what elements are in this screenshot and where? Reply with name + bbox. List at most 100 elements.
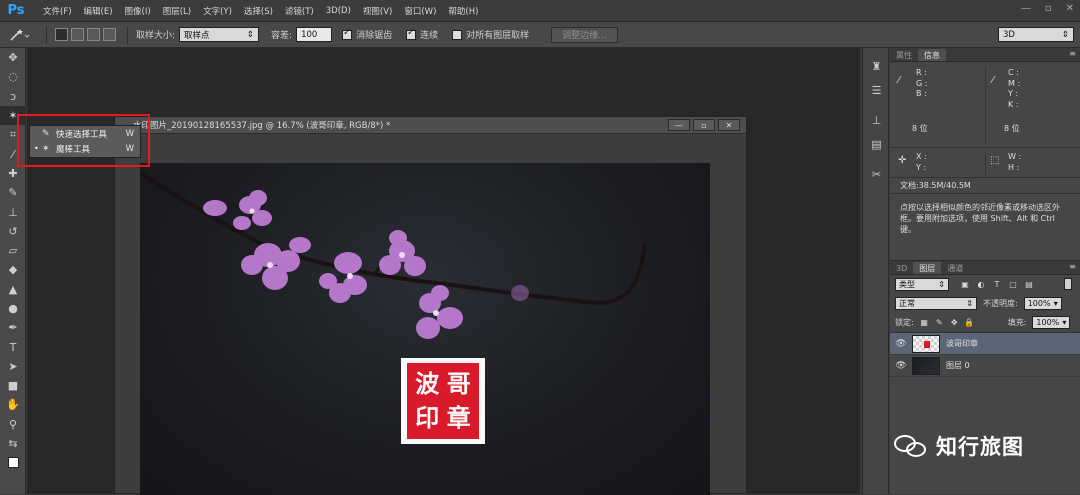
swap-colors-icon[interactable]: ⇆ bbox=[0, 434, 26, 453]
tool-preset-picker[interactable] bbox=[0, 25, 38, 45]
menu-3d[interactable]: 3D(D) bbox=[320, 6, 357, 16]
doc-close-button[interactable]: ✕ bbox=[718, 119, 740, 131]
shape-filter-icon[interactable]: ▢ bbox=[1007, 278, 1019, 290]
photoshop-logo-icon: Ps bbox=[7, 3, 25, 18]
type-tool-icon[interactable]: T bbox=[0, 337, 26, 356]
rectangle-tool-icon[interactable]: ■ bbox=[0, 376, 26, 395]
visibility-eye-icon[interactable]: 👁 bbox=[890, 339, 912, 349]
paragraph-panel-icon[interactable]: ▤ bbox=[863, 132, 890, 156]
opacity-input[interactable]: 100% ▾ bbox=[1023, 296, 1062, 310]
sample-all-layers-checkbox[interactable] bbox=[452, 29, 463, 40]
fill-label: 填充: bbox=[1007, 318, 1027, 327]
lasso-tool-icon[interactable]: ↄ bbox=[0, 87, 26, 106]
foreground-background-color-icon[interactable] bbox=[0, 453, 26, 472]
tab-info[interactable]: 信息 bbox=[918, 49, 946, 61]
collapsed-panels-strip: ♜ ☰ ⊥ ▤ ✂ bbox=[862, 48, 889, 494]
rgb-readout: R : G : B : bbox=[916, 68, 927, 100]
layer-name: 波哥印章 bbox=[946, 339, 978, 348]
visibility-eye-icon[interactable]: 👁 bbox=[890, 361, 912, 371]
tab-properties[interactable]: 属性 bbox=[890, 49, 918, 61]
menu-view[interactable]: 视图(V) bbox=[357, 5, 398, 17]
blur-tool-icon[interactable]: ▲ bbox=[0, 280, 26, 299]
new-selection-mode-button[interactable] bbox=[55, 28, 68, 41]
menu-edit[interactable]: 编辑(E) bbox=[78, 5, 119, 17]
tab-layers[interactable]: 图层 bbox=[913, 262, 942, 274]
layer-row[interactable]: 👁 波哥印章 bbox=[890, 333, 1080, 355]
close-icon[interactable]: ✕ bbox=[1066, 3, 1074, 14]
lock-position-icon[interactable]: ✥ bbox=[950, 318, 959, 327]
pen-tool-icon[interactable]: ✒ bbox=[0, 318, 26, 337]
adjustments-panel-icon[interactable]: ☰ bbox=[863, 78, 890, 102]
history-brush-tool-icon[interactable]: ↺ bbox=[0, 222, 26, 241]
move-tool-icon[interactable]: ✥ bbox=[0, 48, 26, 67]
panel-menu-icon[interactable]: ≡ bbox=[1069, 262, 1076, 271]
hand-tool-icon[interactable]: ✋ bbox=[0, 395, 26, 414]
options-bar: 取样大小: 取样点 ⇕ 容差: 100 消除锯齿 连续 对所有图层取样 调整边缘… bbox=[0, 22, 1080, 48]
menu-layer[interactable]: 图层(L) bbox=[157, 5, 197, 17]
tool-presets-panel-icon[interactable]: ✂ bbox=[863, 162, 890, 186]
document-canvas[interactable]: 波 哥 印 章 bbox=[140, 163, 710, 495]
seal-char: 章 bbox=[446, 402, 471, 432]
adjustment-filter-icon[interactable]: ◐ bbox=[975, 278, 987, 290]
workspace-value: 3D bbox=[1003, 29, 1015, 40]
dodge-tool-icon[interactable]: ● bbox=[0, 299, 26, 318]
menu-help[interactable]: 帮助(H) bbox=[442, 5, 484, 17]
workspace-select[interactable]: 3D ⇕ bbox=[998, 27, 1074, 42]
lock-all-icon[interactable]: 🔒 bbox=[964, 318, 974, 327]
crosshair-icon: ✛ bbox=[898, 155, 907, 166]
blend-mode-select[interactable]: 正常 ⇕ bbox=[895, 296, 977, 310]
add-to-selection-mode-button[interactable] bbox=[71, 28, 84, 41]
type-filter-icon[interactable]: T bbox=[991, 278, 1003, 290]
menu-select[interactable]: 选择(S) bbox=[238, 5, 279, 17]
lock-transparency-icon[interactable]: ▦ bbox=[920, 318, 929, 327]
lock-image-icon[interactable]: ✎ bbox=[935, 318, 944, 327]
bit-depth-right: 8 位 bbox=[1004, 124, 1020, 133]
refine-edge-button[interactable]: 调整边缘... bbox=[551, 26, 618, 43]
elliptical-marquee-tool-icon[interactable]: ◌ bbox=[0, 67, 26, 86]
sample-size-select[interactable]: 取样点 ⇕ bbox=[179, 27, 260, 42]
subtract-selection-mode-button[interactable] bbox=[87, 28, 100, 41]
menu-file[interactable]: 文件(F) bbox=[37, 5, 78, 17]
xy-readout: X : Y : bbox=[916, 152, 927, 173]
contiguous-checkbox[interactable] bbox=[406, 28, 417, 40]
zoom-tool-icon[interactable]: ⚲ bbox=[0, 415, 26, 434]
menu-filter[interactable]: 滤镜(T) bbox=[279, 5, 320, 17]
clone-source-panel-icon[interactable]: ⊥ bbox=[863, 108, 890, 132]
menu-type[interactable]: 文字(Y) bbox=[197, 5, 238, 17]
fill-input[interactable]: 100% ▾ bbox=[1032, 316, 1071, 329]
clone-stamp-tool-icon[interactable]: ⊥ bbox=[0, 202, 26, 221]
doc-restore-button[interactable]: ▫ bbox=[693, 119, 715, 131]
panel-menu-icon[interactable]: ≡ bbox=[1069, 49, 1076, 58]
minimize-icon[interactable]: — bbox=[1021, 3, 1031, 14]
opacity-label: 不透明度: bbox=[983, 298, 1018, 308]
brush-tool-icon[interactable]: ✎ bbox=[0, 183, 26, 202]
layer-row[interactable]: 👁 图层 0 bbox=[890, 355, 1080, 377]
smart-object-filter-icon[interactable]: ▤ bbox=[1023, 278, 1035, 290]
menu-window[interactable]: 窗口(W) bbox=[398, 5, 442, 17]
tab-3d[interactable]: 3D bbox=[890, 262, 913, 274]
document-tab[interactable]: 水印图片_20190128165537.jpg @ 16.7% (波哥印章, R… bbox=[115, 117, 746, 134]
wh-readout: W : H : bbox=[1008, 152, 1021, 173]
tab-channels[interactable]: 通道 bbox=[941, 262, 969, 274]
eraser-tool-icon[interactable]: ▱ bbox=[0, 241, 26, 260]
chevron-updown-icon: ⇕ bbox=[966, 298, 973, 308]
layer-thumbnail bbox=[912, 356, 940, 375]
tolerance-input[interactable]: 100 bbox=[296, 27, 333, 42]
history-panel-icon[interactable]: ♜ bbox=[863, 54, 890, 78]
seal-stamp-layer[interactable]: 波 哥 印 章 bbox=[401, 358, 485, 444]
window-controls: — ▫ ✕ bbox=[1021, 3, 1074, 14]
doc-minimize-button[interactable]: — bbox=[668, 119, 690, 131]
layer-filter-select[interactable]: 类型 ⇕ bbox=[895, 277, 949, 291]
restore-icon[interactable]: ▫ bbox=[1045, 3, 1052, 14]
intersect-selection-mode-button[interactable] bbox=[103, 28, 116, 41]
pixel-filter-icon[interactable]: ▣ bbox=[959, 278, 971, 290]
anti-alias-label: 消除锯齿 bbox=[356, 31, 393, 41]
menu-image[interactable]: 图像(I) bbox=[119, 5, 157, 17]
paint-bucket-tool-icon[interactable]: ◆ bbox=[0, 260, 26, 279]
x-label: X : bbox=[916, 152, 927, 161]
path-selection-tool-icon[interactable]: ➤ bbox=[0, 357, 26, 376]
filter-toggle[interactable] bbox=[1064, 278, 1072, 290]
eyedropper-icon: ⁄ bbox=[898, 75, 900, 86]
fill-value: 100% bbox=[1036, 318, 1060, 327]
anti-alias-checkbox[interactable] bbox=[342, 28, 353, 40]
